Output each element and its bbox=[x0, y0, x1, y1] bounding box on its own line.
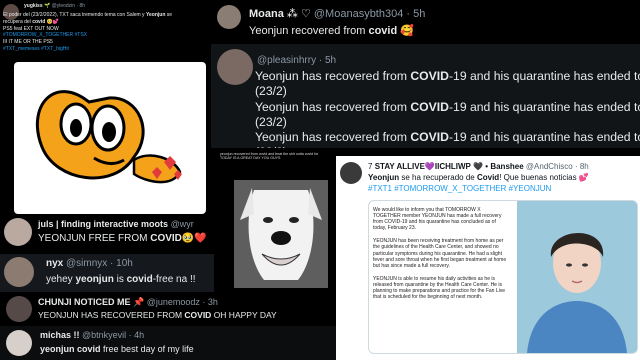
tweet-text: Yeonjun se ha recuperado de Covid! Que b… bbox=[368, 173, 589, 182]
tweet-text: yeonjun recovered from covid and beat th… bbox=[220, 152, 319, 161]
tweet-text-line: PS5 feat EXT OUT NOW bbox=[3, 25, 59, 32]
tweet-banshee[interactable]: 7 STAY ALLIVE💜IICHLIWP 🖤 • Banshee @AndC… bbox=[336, 156, 640, 360]
author-handle[interactable]: @Moanasybth304 · 5h bbox=[314, 8, 425, 20]
tweet-michas[interactable]: michas !! @btnkyevil · 4h yeonjun covid … bbox=[0, 326, 336, 360]
tweet-text-line: III IT ME OR THE PS5 bbox=[3, 39, 53, 46]
notice-paragraph: YEONJUN is able to resume his daily acti… bbox=[373, 275, 506, 301]
tweet-text: YEONJUN HAS RECOVERED FROM COVID OH HAPP… bbox=[38, 310, 277, 320]
tweet-moana[interactable]: Moana ⁂ ♡ @Moanasybth304 · 5h Yeonjun re… bbox=[211, 0, 640, 44]
name-prefix: 7 bbox=[368, 162, 373, 171]
author-name[interactable]: michas !! bbox=[40, 330, 80, 340]
tweet-text: Yeonjun has recovered from COVID-19 and … bbox=[255, 69, 640, 148]
tweet-text-line: (23/2) bbox=[255, 114, 287, 129]
author-handle[interactable]: @wyr bbox=[171, 219, 194, 229]
tweet-text-line: recupera del covid 🥺💕 bbox=[3, 18, 60, 25]
author-name[interactable]: STAY ALLIVE💜IICHLIWP bbox=[375, 162, 471, 171]
angry-cursed-emoji-icon bbox=[35, 90, 182, 184]
tweet-text: YEONJUN FREE FROM COVID🥹❤️ bbox=[38, 233, 207, 244]
author-name[interactable]: juls | finding interactive moots bbox=[38, 219, 168, 229]
author-handle[interactable]: @btnkyevil · 4h bbox=[82, 330, 144, 340]
tweet-text-line: Yeonjun has recovered from COVID-19 and … bbox=[255, 69, 640, 83]
notice-image: We would like to inform you that TOMORRO… bbox=[368, 200, 638, 354]
notice-paragraph: We would like to inform you that TOMORRO… bbox=[373, 207, 502, 232]
person-photo-icon bbox=[517, 201, 637, 353]
hashtag-link[interactable]: #TXT_memeses #TXT_bigHit bbox=[3, 46, 209, 53]
name-emoji: 📌 bbox=[133, 297, 145, 307]
hashtag-link[interactable]: #TXT1 #TOMORROW_X_TOGETHER #YEONJUN bbox=[368, 184, 551, 193]
tweet-text: Yeonjun recovered from covid 🥰 bbox=[249, 25, 414, 37]
avatar[interactable] bbox=[4, 218, 32, 246]
tweet-text-line: El poder del (23/2/2022), TXT saca treme… bbox=[3, 12, 173, 18]
author-name[interactable]: CHUNJI NOTICED ME bbox=[38, 297, 131, 307]
yeonjun-photo bbox=[517, 201, 637, 353]
tweet-text-line: Yeonjun has recovered from COVID-19 and … bbox=[255, 99, 640, 114]
tweet-dog-meme[interactable]: yeonjun recovered from covid and beat th… bbox=[214, 148, 332, 296]
name-emoji: ⁂ ♡ bbox=[286, 8, 311, 20]
dog-photo bbox=[234, 180, 328, 288]
tweet-nyx[interactable]: nyx @simnyx · 10h yehey yeonjun is covid… bbox=[0, 254, 214, 292]
tweet-text: yehey yeonjun is covid-free na !! bbox=[46, 274, 196, 285]
tweet-text-line: (23/2) bbox=[255, 84, 287, 99]
meme-image-emoji bbox=[14, 62, 206, 214]
author-handle[interactable]: @AndChisco · 8h bbox=[526, 162, 589, 171]
tweet-yugkiss[interactable]: yugkiss 🌱 @yleodzin · 8h El poder del (2… bbox=[0, 0, 212, 62]
author-handle[interactable]: @pleasinhrry · 5h bbox=[257, 55, 336, 66]
avatar[interactable] bbox=[6, 330, 32, 356]
avatar[interactable] bbox=[6, 296, 32, 322]
dog-face-icon bbox=[234, 180, 328, 288]
avatar[interactable] bbox=[4, 257, 34, 287]
tweet-text-line: Yeonjun has recovered from COVID-19 and … bbox=[255, 130, 640, 145]
tweet-juls[interactable]: juls | finding interactive moots @wyr YE… bbox=[0, 214, 214, 254]
tweet-text: yeonjun covid free best day of my life bbox=[40, 344, 194, 354]
name-suffix: 🖤 • Banshee bbox=[473, 162, 524, 171]
tweet-chunji[interactable]: CHUNJI NOTICED ME 📌 @junemoodz · 3h YEON… bbox=[0, 292, 336, 326]
notice-paragraph: YEONJUN has been receiving treatment fro… bbox=[373, 238, 507, 269]
author-name[interactable]: Moana bbox=[249, 8, 284, 20]
author-handle[interactable]: @simnyx · 10h bbox=[66, 258, 133, 269]
avatar[interactable] bbox=[217, 49, 253, 85]
avatar[interactable] bbox=[340, 162, 362, 184]
author-name[interactable]: yugkiss bbox=[24, 3, 43, 9]
tweet-pleasinhrry[interactable]: @pleasinhrry · 5h Yeonjun has recovered … bbox=[211, 44, 640, 148]
author-name[interactable]: nyx bbox=[46, 258, 63, 269]
avatar[interactable] bbox=[217, 5, 241, 29]
author-handle[interactable]: 🌱 @yleodzin · 8h bbox=[44, 3, 85, 9]
author-handle[interactable]: @junemoodz · 3h bbox=[147, 297, 218, 307]
hashtag-link[interactable]: #TOMORROW_X_TOGETHER #TSX bbox=[3, 32, 209, 39]
